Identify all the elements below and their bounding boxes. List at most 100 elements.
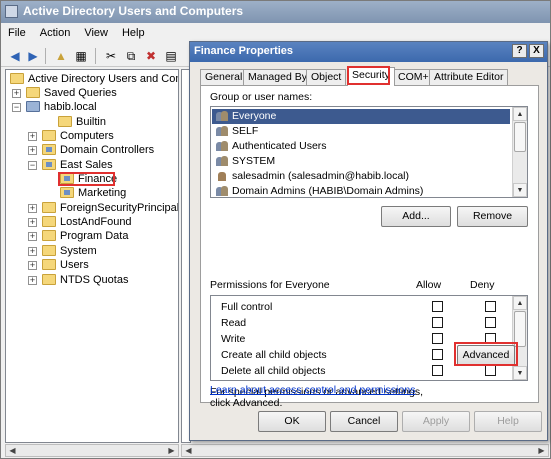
tree-root-label: Active Directory Users and Comput bbox=[28, 73, 178, 85]
properties-icon[interactable]: ▤ bbox=[163, 48, 179, 64]
tree-item-label: East Sales bbox=[60, 159, 113, 171]
allow-checkbox[interactable] bbox=[432, 317, 443, 328]
collapse-icon[interactable]: − bbox=[28, 161, 37, 170]
delete-icon[interactable]: ✖ bbox=[143, 48, 159, 64]
toolbar-separator bbox=[95, 48, 96, 64]
expand-icon[interactable]: + bbox=[28, 146, 37, 155]
permissions-label: Permissions for Everyone bbox=[210, 279, 330, 291]
menu-action[interactable]: Action bbox=[33, 24, 78, 39]
group-user-names-label: Group or user names: bbox=[210, 91, 313, 103]
ok-button[interactable]: OK bbox=[258, 411, 326, 432]
expand-icon[interactable]: + bbox=[28, 247, 37, 256]
menu-file[interactable]: File bbox=[1, 24, 33, 39]
cut-icon[interactable]: ✂ bbox=[103, 48, 119, 64]
scroll-left-icon[interactable]: ◀ bbox=[182, 445, 195, 456]
deny-checkbox[interactable] bbox=[485, 301, 496, 312]
scroll-up-icon[interactable]: ▲ bbox=[513, 296, 527, 310]
tree-item-label: Computers bbox=[60, 130, 114, 142]
tab-com-plus[interactable]: COM+ bbox=[393, 69, 434, 85]
list-item-system[interactable]: SYSTEM bbox=[212, 154, 510, 169]
scroll-right-icon[interactable]: ▶ bbox=[535, 445, 548, 456]
scroll-left-icon[interactable]: ◀ bbox=[6, 445, 19, 456]
mmc-title-bar: Active Directory Users and Computers bbox=[1, 1, 550, 23]
tree-horizontal-scrollbar[interactable]: ◀ ▶ bbox=[5, 444, 179, 457]
expand-icon[interactable]: + bbox=[28, 276, 37, 285]
permissions-list[interactable]: Full control Read Write Create all child… bbox=[210, 295, 528, 381]
tree-item-label: habib.local bbox=[44, 101, 97, 113]
user-list-scrollbar[interactable]: ▲ ▼ bbox=[512, 107, 527, 197]
allow-checkbox[interactable] bbox=[432, 349, 443, 360]
tree-item-label: ForeignSecurityPrincipals bbox=[60, 202, 179, 214]
details-horizontal-scrollbar[interactable]: ◀ ▶ bbox=[181, 444, 549, 457]
expand-icon[interactable]: + bbox=[28, 204, 37, 213]
folder-icon bbox=[42, 202, 56, 213]
permission-label: Create all child objects bbox=[221, 349, 327, 361]
list-item-everyone[interactable]: Everyone bbox=[212, 109, 510, 124]
expand-icon[interactable]: + bbox=[28, 132, 37, 141]
ou-icon bbox=[60, 187, 74, 198]
list-item-label: salesadmin (salesadmin@habib.local) bbox=[232, 170, 409, 182]
remove-button[interactable]: Remove bbox=[457, 206, 528, 227]
tab-object[interactable]: Object bbox=[306, 69, 347, 85]
allow-checkbox[interactable] bbox=[432, 333, 443, 344]
list-item-salesadmin[interactable]: salesadmin (salesadmin@habib.local) bbox=[212, 169, 510, 184]
expand-icon[interactable]: + bbox=[28, 261, 37, 270]
permission-label: Full control bbox=[221, 301, 273, 313]
tree-item-label: Users bbox=[60, 259, 89, 271]
help-button[interactable]: Help bbox=[474, 411, 542, 432]
security-tab-highlight-box bbox=[347, 66, 390, 85]
collapse-icon[interactable]: − bbox=[12, 103, 21, 112]
scroll-thumb[interactable] bbox=[514, 122, 526, 152]
learn-more-link[interactable]: Learn about access control and permissio… bbox=[210, 384, 415, 396]
menu-help[interactable]: Help bbox=[115, 24, 152, 39]
copy-icon[interactable]: ⧉ bbox=[123, 48, 139, 64]
finance-properties-dialog: Finance Properties ? X General Managed B… bbox=[189, 41, 548, 441]
close-title-button[interactable]: X bbox=[529, 44, 544, 58]
scroll-down-icon[interactable]: ▼ bbox=[513, 183, 527, 197]
permissions-scrollbar[interactable]: ▲ ▼ bbox=[512, 296, 527, 380]
tab-general[interactable]: General bbox=[200, 69, 248, 85]
tab-managed-by[interactable]: Managed By bbox=[243, 69, 312, 85]
toolbar-separator bbox=[45, 48, 46, 64]
permission-label: Delete all child objects bbox=[221, 365, 326, 377]
help-title-button[interactable]: ? bbox=[512, 44, 527, 58]
allow-checkbox[interactable] bbox=[432, 301, 443, 312]
finance-highlight-box bbox=[58, 172, 115, 186]
back-icon[interactable]: ◀ bbox=[7, 48, 23, 64]
apply-button[interactable]: Apply bbox=[402, 411, 470, 432]
tab-attribute-editor[interactable]: Attribute Editor bbox=[429, 69, 509, 85]
expand-icon[interactable]: + bbox=[28, 232, 37, 241]
permission-row-read: Read bbox=[221, 315, 521, 331]
expand-icon[interactable]: + bbox=[12, 89, 21, 98]
deny-checkbox[interactable] bbox=[485, 317, 496, 328]
console-tree[interactable]: Active Directory Users and Comput + Save… bbox=[5, 69, 179, 443]
group-icon bbox=[216, 156, 228, 167]
scroll-right-icon[interactable]: ▶ bbox=[165, 445, 178, 456]
expand-icon[interactable]: + bbox=[28, 218, 37, 227]
folder-icon bbox=[42, 230, 56, 241]
group-icon bbox=[216, 111, 228, 122]
add-button[interactable]: Add... bbox=[381, 206, 451, 227]
folder-icon bbox=[42, 259, 56, 270]
list-item-label: Authenticated Users bbox=[232, 140, 327, 152]
list-item-domain-admins[interactable]: Domain Admins (HABIB\Domain Admins) bbox=[212, 184, 510, 197]
allow-checkbox[interactable] bbox=[432, 365, 443, 376]
list-item-authenticated-users[interactable]: Authenticated Users bbox=[212, 139, 510, 154]
up-folder-icon[interactable]: ▲ bbox=[53, 48, 69, 64]
aduc-icon bbox=[10, 73, 24, 84]
forward-icon[interactable]: ▶ bbox=[25, 48, 41, 64]
tree-item-label: LostAndFound bbox=[60, 216, 132, 228]
tree-item-label: System bbox=[60, 245, 97, 257]
folder-icon bbox=[58, 116, 72, 127]
folder-icon bbox=[42, 130, 56, 141]
menu-view[interactable]: View bbox=[77, 24, 115, 39]
scroll-down-icon[interactable]: ▼ bbox=[513, 366, 527, 380]
permission-row-full-control: Full control bbox=[221, 299, 521, 315]
scroll-up-icon[interactable]: ▲ bbox=[513, 107, 527, 121]
group-user-list[interactable]: Everyone SELF Authenticated Users SYSTEM… bbox=[210, 106, 528, 198]
list-item-self[interactable]: SELF bbox=[212, 124, 510, 139]
tree-item-label: Marketing bbox=[78, 187, 127, 199]
show-console-tree-icon[interactable]: ▦ bbox=[73, 48, 89, 64]
cancel-button[interactable]: Cancel bbox=[330, 411, 398, 432]
deny-checkbox[interactable] bbox=[485, 365, 496, 376]
